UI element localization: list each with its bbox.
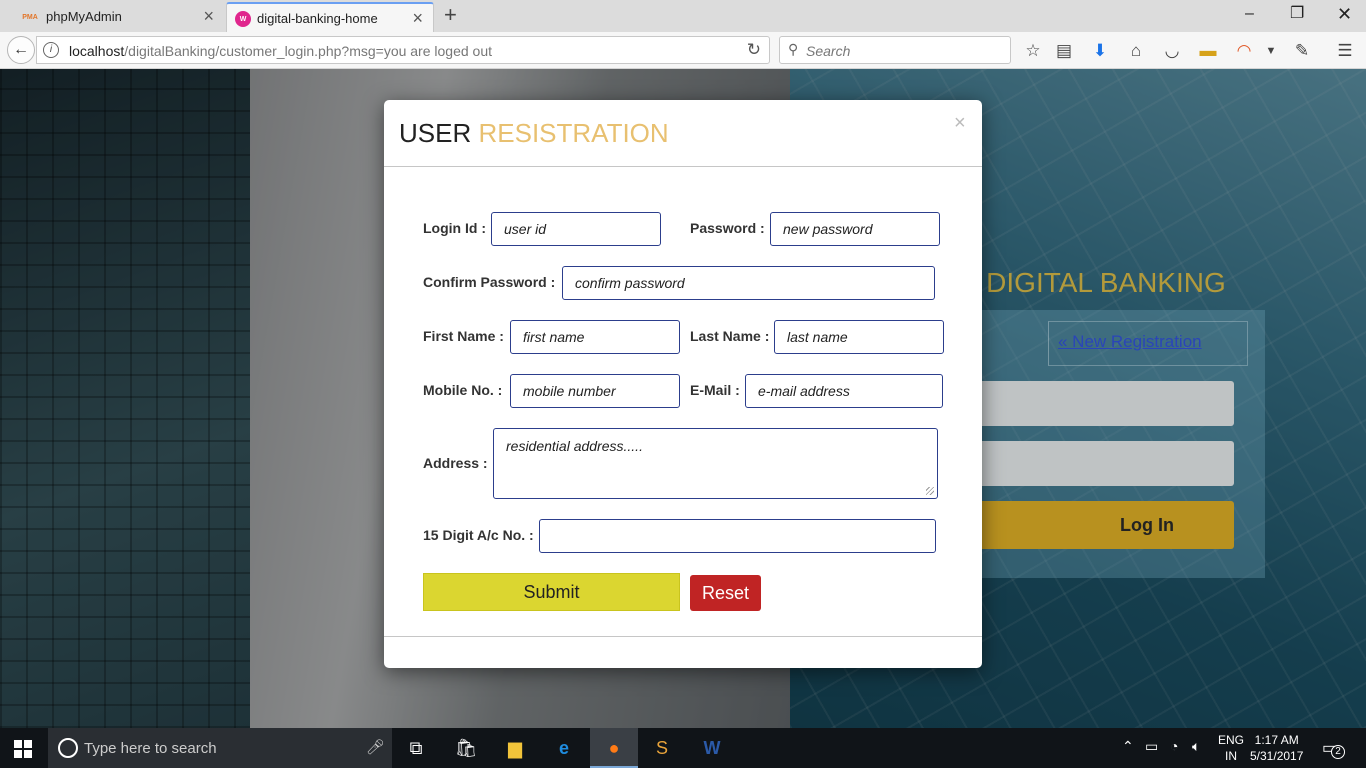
clock-time: 1:17 AM [1254,733,1299,747]
notification-icon[interactable]: ▭ 2 [1322,738,1345,759]
reload-icon[interactable]: ↻ [747,40,761,60]
address-textarea[interactable]: residential address..... [493,428,938,499]
email-label: E-Mail : [690,382,740,398]
home-icon[interactable]: ⌂ [1125,40,1147,62]
password-input[interactable]: new password [770,212,940,246]
pen-extension-icon[interactable]: ✎ [1291,40,1313,62]
address-placeholder: residential address..... [506,438,643,454]
url-bar[interactable]: i localhost/digitalBanking/customer_logi… [36,36,770,64]
password-label: Password : [690,220,765,236]
close-icon[interactable]: × [954,112,966,134]
login-password-field[interactable] [960,441,1234,486]
navigation-bar: ← i localhost/digitalBanking/customer_lo… [0,32,1366,69]
url-text: localhost/digitalBanking/customer_login.… [69,43,492,59]
close-window-icon[interactable]: ✕ [1337,2,1352,26]
rainbow-extension-icon[interactable]: ◠ [1233,40,1255,62]
address-label: Address : [423,455,488,471]
close-tab-icon[interactable]: × [203,6,214,26]
wifi-icon[interactable]: ◔ [1170,738,1178,754]
reset-button[interactable]: Reset [690,575,761,611]
taskbar-search-input[interactable]: Type here to search 🎤︎ [48,728,392,768]
new-tab-icon[interactable]: + [444,3,457,27]
minimize-icon[interactable]: – [1245,2,1254,26]
account-number-input[interactable] [539,519,936,553]
mobile-label: Mobile No. : [423,382,503,398]
windows-start-icon[interactable] [14,740,32,758]
sublime-text-icon[interactable]: S [648,734,676,762]
volume-icon[interactable]: 🔈︎ [1192,738,1200,755]
back-arrow-icon[interactable]: ← [7,36,35,64]
tab-digital-banking-home[interactable]: W digital-banking-home × [226,2,434,32]
wamp-favicon-icon: W [235,11,251,27]
search-input[interactable]: ⚲ Search [779,36,1011,64]
microphone-icon[interactable]: 🎤︎ [366,738,385,756]
confirm-password-input[interactable]: confirm password [562,266,935,300]
restore-icon[interactable]: ❐ [1290,2,1304,26]
account-number-label: 15 Digit A/c No. : [423,527,534,543]
modal-header: USER RESISTRATION × [384,100,982,167]
confirm-password-label: Confirm Password : [423,274,556,290]
submit-button[interactable]: Submit [423,573,680,611]
tab-title: phpMyAdmin [46,9,122,24]
menu-icon[interactable]: ☰ [1334,40,1356,62]
battery-icon[interactable]: ▭ [1145,738,1158,755]
language-code: ENG [1218,733,1245,747]
first-name-input[interactable]: first name [510,320,680,354]
login-button[interactable]: Log In [960,501,1234,549]
word-icon[interactable]: W [698,734,726,762]
firefox-icon: ● [608,738,620,758]
taskbar-search-placeholder: Type here to search [84,740,217,757]
task-view-icon[interactable]: ⧉ [402,734,430,762]
login-id-input[interactable]: user id [491,212,661,246]
tab-phpmyadmin[interactable]: PMA phpMyAdmin × [0,2,224,32]
language-indicator[interactable]: ENG IN [1218,732,1244,764]
last-name-label: Last Name : [690,328,770,344]
new-registration-tab: « New Registration [1048,321,1248,366]
modal-footer-divider [384,636,982,637]
first-name-label: First Name : [423,328,504,344]
tab-title: digital-banking-home [257,11,378,26]
welcome-heading: TO DIGITAL BANKING [940,267,1226,299]
modal-title: USER RESISTRATION [399,118,669,149]
login-id-field[interactable] [960,381,1234,426]
last-name-input[interactable]: last name [774,320,944,354]
clock-date: 5/31/2017 [1250,749,1304,763]
url-path: /digitalBanking/customer_login.php?msg=y… [124,43,493,59]
bookmark-star-icon[interactable]: ☆ [1022,40,1044,62]
download-icon[interactable]: ⬇ [1089,40,1111,62]
modal-title-part2: RESISTRATION [478,118,669,148]
new-registration-link[interactable]: « New Registration [1058,332,1202,352]
welcome-accent: DIGITAL BANKING [986,267,1226,298]
search-icon: ⚲ [788,41,799,57]
chevron-up-icon[interactable]: ⌃ [1122,738,1134,755]
login-id-label: Login Id : [423,220,486,236]
modal-title-part1: USER [399,118,472,148]
pocket-icon[interactable]: ◡ [1161,40,1183,62]
file-explorer-icon[interactable]: ▆ [501,734,529,762]
clock[interactable]: 1:17 AM 5/31/2017 [1250,732,1303,764]
close-tab-icon[interactable]: × [412,8,423,28]
chevron-down-icon[interactable]: ▼ [1260,40,1282,62]
extension-icon[interactable]: ▬ [1197,40,1219,62]
browser-tab-bar: PMA phpMyAdmin × W digital-banking-home … [0,0,1366,32]
reading-list-icon[interactable]: ▤ [1053,40,1075,62]
windows-taskbar: Type here to search 🎤︎ ⧉ 🛍︎ ▆ e ● S W ⌃ … [0,728,1366,768]
notification-count: 2 [1331,745,1345,759]
store-icon[interactable]: 🛍︎ [452,734,480,762]
url-host: localhost [69,43,125,59]
firefox-taskbar-item[interactable]: ● [590,728,638,768]
search-placeholder: Search [806,43,851,59]
mobile-input[interactable]: mobile number [510,374,680,408]
resize-handle-icon[interactable] [926,487,934,495]
phpmyadmin-favicon-icon: PMA [22,13,38,21]
cortana-icon [58,738,78,758]
edge-browser-icon[interactable]: e [550,734,578,762]
info-icon[interactable]: i [43,42,59,58]
region-code: IN [1225,749,1237,763]
email-input[interactable]: e-mail address [745,374,943,408]
